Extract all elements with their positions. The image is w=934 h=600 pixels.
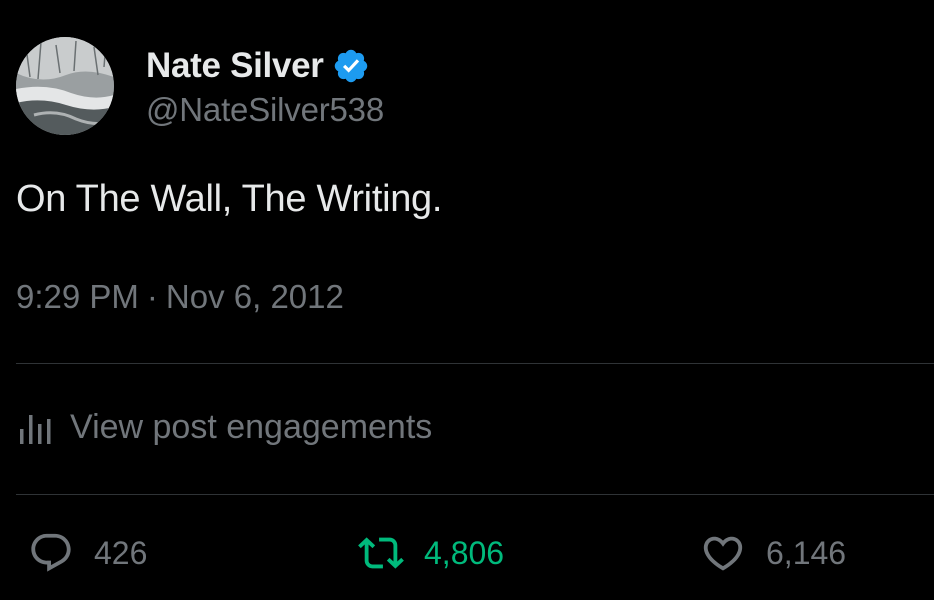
reply-count: 426	[94, 534, 148, 571]
tweet-header: Nate Silver @NateSilver538	[16, 37, 384, 135]
engagements-label[interactable]: View post engagements	[70, 408, 432, 447]
author-names: Nate Silver @NateSilver538	[146, 43, 384, 129]
tweet-card: Nate Silver @NateSilver538 On The Wall, …	[0, 0, 934, 600]
timestamp-separator: ·	[146, 278, 158, 315]
author-display-name[interactable]: Nate Silver	[146, 46, 324, 86]
like-button[interactable]: 6,146	[700, 530, 846, 576]
post-time[interactable]: 9:29 PM	[16, 278, 139, 316]
repost-count: 4,806	[424, 534, 505, 571]
reply-button[interactable]: 426	[28, 530, 147, 576]
display-name-row: Nate Silver	[146, 43, 384, 89]
divider-bottom	[16, 494, 934, 495]
analytics-bars-icon	[20, 414, 51, 444]
repost-button[interactable]: 4,806	[358, 530, 504, 576]
author-handle[interactable]: @NateSilver538	[146, 91, 384, 129]
avatar-snow-landscape-image	[16, 37, 114, 135]
heart-icon	[703, 536, 743, 571]
divider-top	[16, 363, 934, 364]
avatar[interactable]	[16, 37, 114, 135]
action-bar: 426 4,806 6,146	[0, 530, 934, 580]
repost-arrows-icon	[358, 537, 404, 569]
reply-bubble-icon	[31, 533, 71, 572]
verified-badge-icon[interactable]	[332, 47, 370, 85]
like-count: 6,146	[766, 534, 847, 571]
post-date[interactable]: Nov 6, 2012	[166, 278, 344, 316]
post-text: On The Wall, The Writing.	[16, 178, 443, 220]
view-post-engagements-link[interactable]: View post engagements	[18, 408, 432, 447]
post-timestamp[interactable]: 9:29 PM · Nov 6, 2012	[16, 278, 344, 316]
